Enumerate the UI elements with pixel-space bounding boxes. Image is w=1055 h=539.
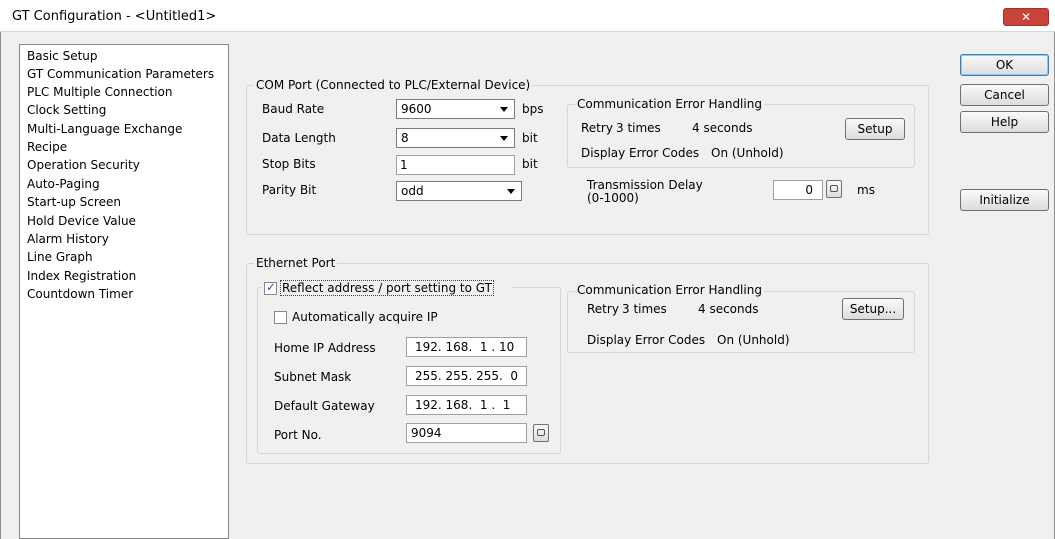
data-length-unit: bit bbox=[522, 131, 538, 145]
close-button[interactable]: ✕ bbox=[1003, 8, 1049, 26]
checkmark-icon: ✓ bbox=[266, 280, 277, 294]
parity-bit-select[interactable]: odd bbox=[396, 181, 522, 201]
nav-item-line-graph[interactable]: Line Graph bbox=[27, 249, 93, 266]
reflect-setting-label[interactable]: Reflect address / port setting to GT bbox=[280, 280, 494, 296]
nav-item-countdown-timer[interactable]: Countdown Timer bbox=[27, 286, 133, 303]
com-setup-button[interactable]: Setup bbox=[845, 118, 905, 140]
eth-retry-seconds: 4 seconds bbox=[698, 302, 759, 316]
default-gateway-field[interactable]: 192. 168. 1 . 1 bbox=[406, 395, 527, 415]
baud-rate-label: Baud Rate bbox=[262, 102, 325, 116]
transmission-delay-field[interactable]: 0 bbox=[773, 180, 823, 200]
port-no-label: Port No. bbox=[274, 428, 322, 442]
settings-nav-list[interactable]: Basic Setup GT Communication Parameters … bbox=[19, 44, 229, 539]
home-ip-field[interactable]: 192. 168. 1 . 10 bbox=[406, 337, 527, 357]
eth-retry-times: 3 times bbox=[622, 302, 667, 316]
transmission-delay-keypad-button[interactable] bbox=[826, 180, 842, 198]
com-port-legend: COM Port (Connected to PLC/External Devi… bbox=[254, 78, 533, 92]
nav-item-multi-language-exchange[interactable]: Multi-Language Exchange bbox=[27, 121, 182, 138]
auto-ip-label[interactable]: Automatically acquire IP bbox=[292, 310, 438, 324]
window-title: GT Configuration - <Untitled1> bbox=[12, 9, 217, 24]
nav-item-auto-paging[interactable]: Auto-Paging bbox=[27, 176, 100, 193]
parity-bit-label: Parity Bit bbox=[262, 183, 317, 197]
eth-error-handling-legend: Communication Error Handling bbox=[575, 283, 764, 297]
com-retry-label: Retry bbox=[581, 121, 613, 135]
initialize-button[interactable]: Initialize bbox=[960, 189, 1049, 211]
stop-bits-label: Stop Bits bbox=[262, 157, 316, 171]
baud-rate-select[interactable]: 9600 bbox=[396, 99, 515, 119]
com-retry-seconds: 4 seconds bbox=[692, 121, 753, 135]
nav-item-alarm-history[interactable]: Alarm History bbox=[27, 231, 109, 248]
auto-ip-checkbox[interactable] bbox=[274, 311, 287, 324]
port-no-field[interactable]: 9094 bbox=[406, 423, 527, 443]
stop-bits-unit: bit bbox=[522, 157, 538, 171]
data-length-label: Data Length bbox=[262, 131, 336, 145]
transmission-delay-label: Transmission Delay bbox=[587, 178, 703, 192]
nav-item-start-up-screen[interactable]: Start-up Screen bbox=[27, 194, 121, 211]
keypad-icon bbox=[830, 185, 838, 192]
parity-bit-value: odd bbox=[401, 184, 424, 198]
port-no-keypad-button[interactable] bbox=[533, 424, 549, 442]
com-error-handling-legend: Communication Error Handling bbox=[575, 97, 764, 111]
cancel-button[interactable]: Cancel bbox=[960, 84, 1049, 106]
nav-item-recipe[interactable]: Recipe bbox=[27, 139, 67, 156]
nav-item-gt-communication-parameters[interactable]: GT Communication Parameters bbox=[27, 66, 214, 83]
default-gateway-label: Default Gateway bbox=[274, 399, 375, 413]
reflect-setting-checkbox[interactable]: ✓ bbox=[264, 280, 277, 295]
nav-item-basic-setup[interactable]: Basic Setup bbox=[27, 48, 98, 65]
nav-item-hold-device-value[interactable]: Hold Device Value bbox=[27, 213, 136, 230]
eth-setup-button[interactable]: Setup... bbox=[842, 298, 904, 320]
nav-item-operation-security[interactable]: Operation Security bbox=[27, 157, 140, 174]
home-ip-label: Home IP Address bbox=[274, 341, 376, 355]
nav-item-plc-multiple-connection[interactable]: PLC Multiple Connection bbox=[27, 84, 173, 101]
nav-item-index-registration[interactable]: Index Registration bbox=[27, 268, 136, 285]
chevron-down-icon bbox=[500, 136, 508, 141]
chevron-down-icon bbox=[507, 189, 515, 194]
chevron-down-icon bbox=[500, 107, 508, 112]
com-display-error-value: On (Unhold) bbox=[711, 146, 784, 160]
subnet-mask-label: Subnet Mask bbox=[274, 370, 352, 384]
baud-rate-value: 9600 bbox=[401, 102, 432, 116]
title-bar: GT Configuration - <Untitled1> ✕ bbox=[0, 0, 1055, 32]
baud-rate-unit: bps bbox=[522, 102, 544, 116]
ethernet-port-legend: Ethernet Port bbox=[254, 256, 338, 270]
help-button[interactable]: Help bbox=[960, 111, 1049, 133]
nav-item-clock-setting[interactable]: Clock Setting bbox=[27, 102, 106, 119]
com-display-error-label: Display Error Codes bbox=[581, 146, 700, 160]
transmission-delay-range: (0-1000) bbox=[587, 191, 639, 205]
transmission-delay-unit: ms bbox=[857, 183, 875, 197]
keypad-icon bbox=[537, 429, 545, 436]
data-length-value: 8 bbox=[401, 131, 409, 145]
eth-display-error-label: Display Error Codes bbox=[587, 333, 706, 347]
data-length-select[interactable]: 8 bbox=[396, 128, 515, 148]
eth-retry-label: Retry bbox=[587, 302, 619, 316]
close-icon: ✕ bbox=[1020, 10, 1032, 24]
ok-button[interactable]: OK bbox=[960, 54, 1049, 76]
eth-display-error-value: On (Unhold) bbox=[717, 333, 790, 347]
com-retry-times: 3 times bbox=[616, 121, 661, 135]
subnet-mask-field[interactable]: 255. 255. 255. 0 bbox=[406, 366, 527, 386]
stop-bits-field[interactable]: 1 bbox=[396, 155, 515, 175]
